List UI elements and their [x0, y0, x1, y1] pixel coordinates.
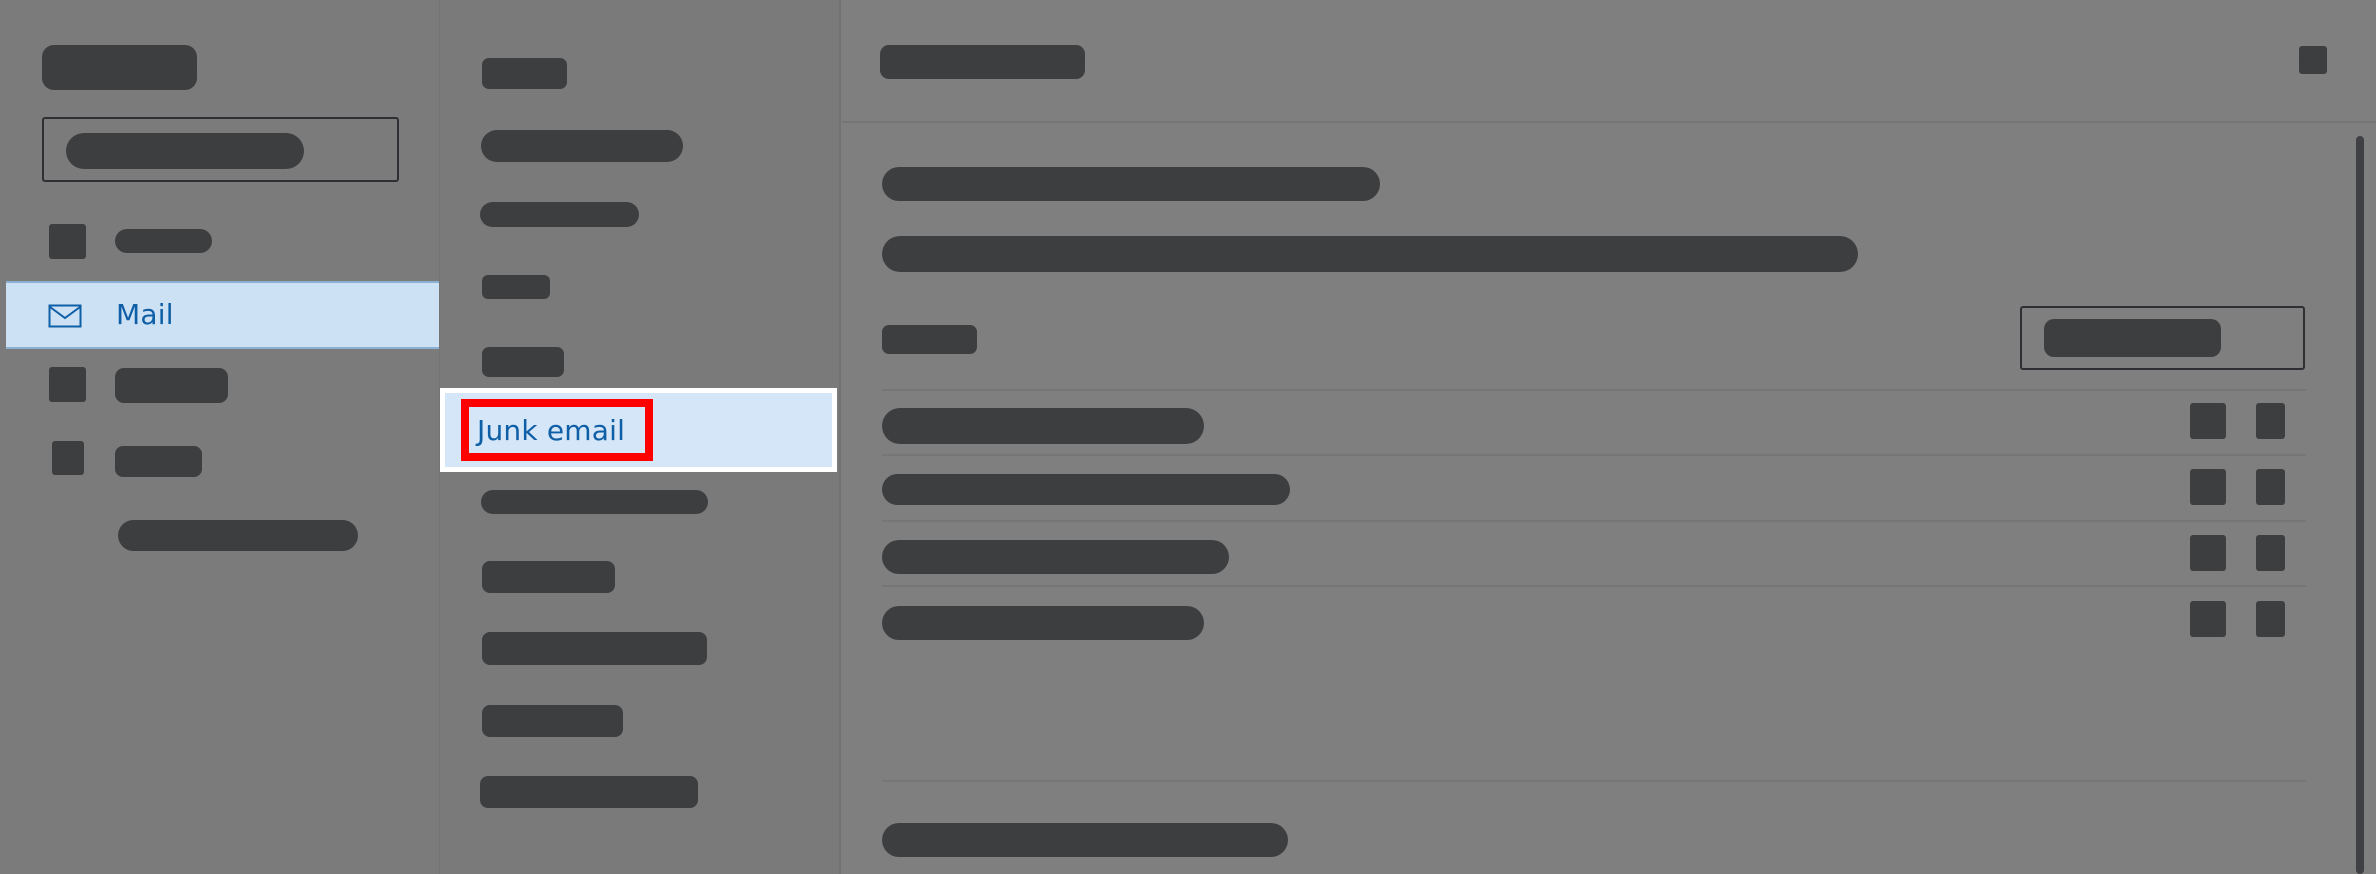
- category-compose-reply-placeholder[interactable]: [481, 130, 683, 162]
- add-sender-button[interactable]: [2020, 306, 2305, 370]
- section-heading-placeholder: [882, 167, 1380, 201]
- sidebar-item-people-placeholder[interactable]: [115, 446, 202, 477]
- next-section-heading-placeholder: [882, 823, 1288, 857]
- blocked-sender-item-2: [882, 474, 1290, 505]
- blocked-sender-item-4: [882, 606, 1204, 640]
- delete-icon[interactable]: [2256, 403, 2285, 439]
- category-sync-email-placeholder[interactable]: [482, 561, 615, 593]
- category-customize-actions-placeholder[interactable]: [481, 490, 708, 514]
- mail-icon: [48, 304, 82, 328]
- category-rules-placeholder[interactable]: [482, 275, 550, 299]
- junk-email-settings-panel: [842, 0, 2376, 874]
- settings-search-box[interactable]: [42, 117, 399, 182]
- calendar-icon: [49, 367, 86, 402]
- list-divider-2: [882, 520, 2306, 522]
- sidebar-item-mail[interactable]: Mail: [6, 281, 439, 349]
- category-junk-email[interactable]: Junk email: [440, 388, 837, 472]
- settings-sidebar: Mail: [0, 0, 440, 874]
- sidebar-item-view-quick-settings-placeholder[interactable]: [118, 520, 358, 551]
- subsection-heading-placeholder: [882, 325, 977, 354]
- general-icon: [49, 224, 86, 259]
- blocked-sender-item-3: [882, 540, 1229, 574]
- category-forwarding-placeholder[interactable]: [482, 705, 623, 737]
- category-junk-email-label: Junk email: [477, 414, 626, 447]
- panel-header-divider: [842, 121, 2376, 123]
- category-attachments-placeholder[interactable]: [480, 202, 639, 227]
- add-sender-button-label-placeholder: [2044, 319, 2221, 357]
- edit-icon[interactable]: [2190, 469, 2226, 505]
- sidebar-item-general-placeholder[interactable]: [115, 229, 212, 253]
- delete-icon[interactable]: [2256, 535, 2285, 571]
- panel-title-placeholder: [880, 45, 1085, 79]
- category-layout-placeholder[interactable]: [482, 58, 567, 89]
- edit-icon[interactable]: [2190, 535, 2226, 571]
- close-icon[interactable]: [2299, 46, 2327, 74]
- delete-icon[interactable]: [2256, 469, 2285, 505]
- people-icon: [52, 441, 84, 475]
- settings-title-placeholder: [42, 45, 197, 90]
- section-description-placeholder: [882, 236, 1858, 272]
- sidebar-item-mail-label: Mail: [116, 298, 174, 331]
- list-divider-3: [882, 585, 2306, 587]
- edit-icon[interactable]: [2190, 601, 2226, 637]
- panel-scrollbar[interactable]: [2356, 136, 2364, 874]
- list-divider-top: [882, 389, 2306, 391]
- sidebar-item-calendar-placeholder[interactable]: [115, 368, 228, 403]
- section-divider: [882, 780, 2306, 782]
- list-divider-1: [882, 454, 2306, 456]
- settings-search-placeholder: [66, 133, 304, 169]
- delete-icon[interactable]: [2256, 601, 2285, 637]
- mail-settings-screen: Mail Junk email: [0, 0, 2376, 874]
- blocked-sender-item-1: [882, 408, 1204, 444]
- category-message-handling-placeholder[interactable]: [482, 632, 707, 665]
- category-automatic-replies-placeholder[interactable]: [480, 776, 698, 808]
- category-sweep-placeholder[interactable]: [482, 347, 564, 377]
- edit-icon[interactable]: [2190, 403, 2226, 439]
